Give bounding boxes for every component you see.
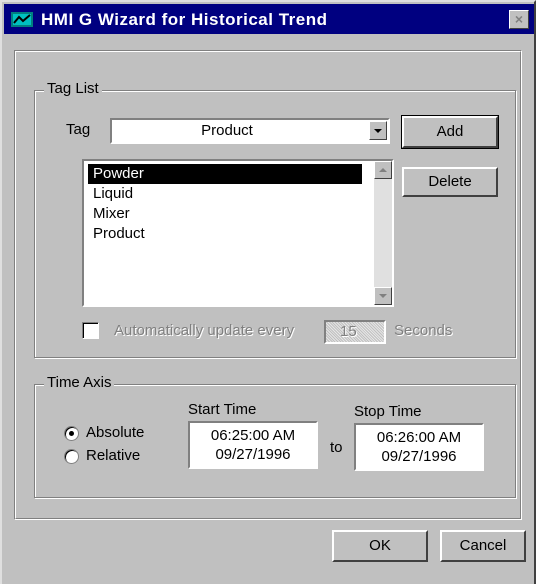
tag-list-legend: Tag List [44,80,102,97]
start-time-label: Start Time [188,401,257,418]
ok-button-label: OK [369,537,391,554]
relative-label: Relative [86,447,141,464]
cancel-button[interactable]: Cancel [440,530,526,562]
start-time-field[interactable]: 06:25:00 AM 09/27/1996 [188,421,318,469]
start-date-value: 09/27/1996 [215,446,291,463]
scroll-down-icon[interactable] [374,287,392,305]
absolute-radio[interactable] [64,426,79,441]
relative-radio[interactable] [64,449,79,464]
title-bar: HMI G Wizard for Historical Trend × [4,4,534,34]
delete-button-label: Delete [428,173,472,190]
auto-update-label: Automatically update every [114,322,295,339]
tag-label: Tag [66,121,91,138]
absolute-label: Absolute [86,424,145,441]
seconds-label: Seconds [394,322,453,339]
scroll-up-icon[interactable] [374,161,392,179]
time-axis-legend: Time Axis [44,374,115,391]
to-label: to [330,439,343,456]
update-interval-field[interactable]: 15 [324,320,386,344]
update-interval-value: 15 [340,323,357,340]
close-icon[interactable]: × [509,10,529,29]
list-item[interactable]: Powder [88,164,362,184]
ok-button[interactable]: OK [332,530,428,562]
app-icon [11,12,33,27]
dropdown-arrow-icon[interactable] [369,121,387,140]
tag-combo[interactable]: Product [110,118,390,144]
start-time-value: 06:25:00 AM [210,427,296,444]
wizard-dialog: HMI G Wizard for Historical Trend × Tag … [0,0,536,584]
list-item[interactable]: Liquid [88,184,362,204]
stop-date-value: 09/27/1996 [381,448,457,465]
tag-listbox[interactable]: Powder Liquid Mixer Product [82,159,394,307]
vertical-scrollbar[interactable] [374,161,392,305]
stop-time-field[interactable]: 06:26:00 AM 09/27/1996 [354,423,484,471]
stop-time-value: 06:26:00 AM [376,429,462,446]
add-button-label: Add [436,123,464,140]
auto-update-checkbox[interactable] [82,322,99,339]
window-title: HMI G Wizard for Historical Trend [41,10,328,29]
tag-combo-value: Product [201,122,253,139]
list-item[interactable]: Mixer [88,204,362,224]
delete-button[interactable]: Delete [402,167,498,197]
list-item[interactable]: Product [88,224,362,244]
cancel-button-label: Cancel [459,537,507,554]
stop-time-label: Stop Time [354,403,422,420]
add-button[interactable]: Add [401,115,499,149]
